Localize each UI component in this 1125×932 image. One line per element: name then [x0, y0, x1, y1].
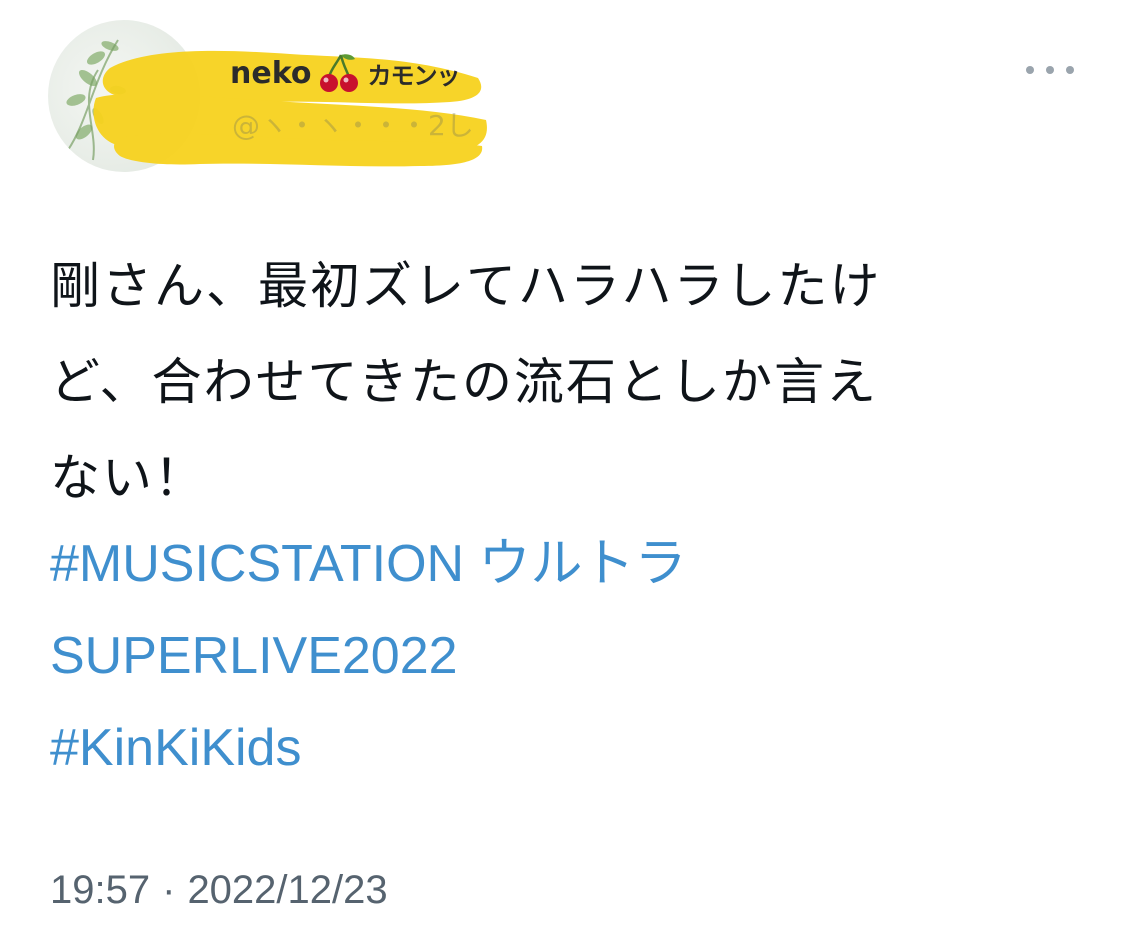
cherry-icon	[317, 51, 361, 95]
user-handle[interactable]: @ヽ・ヽ・・・2し	[232, 104, 474, 144]
tweet-time: 19:57	[50, 868, 151, 912]
tweet-text-line: ない！	[50, 449, 206, 507]
more-dot	[1066, 66, 1074, 74]
tweet-text-line: ど、合わせてきたの流石としか言え	[50, 353, 878, 411]
tweet-text-line: 剛さん、最初ズレてハラハラしたけ	[50, 257, 882, 315]
tweet-timestamp[interactable]: 19:57 · 2022/12/23	[50, 868, 388, 913]
hashtag-kinkikids-link[interactable]: #KinKiKids	[50, 702, 1050, 794]
tweet-text: 剛さん、最初ズレてハラハラしたけ ど、合わせてきたの流石としか言え ない！	[50, 238, 1050, 526]
display-name-text: neko	[230, 55, 312, 91]
timestamp-separator: ·	[162, 868, 176, 912]
hashtag-musicstation-link-cont[interactable]: SUPERLIVE2022	[50, 610, 1050, 702]
hashtags: #MUSICSTATION ウルトラ SUPERLIVE2022 #KinKiK…	[50, 518, 1050, 794]
tweet-date: 2022/12/23	[187, 868, 388, 912]
tweet-card: neko カモンッ @ヽ・ヽ・・・2し 剛さん、最初ズレてハラハラしたけ ど、合…	[0, 0, 1125, 932]
more-dot	[1026, 66, 1034, 74]
display-name[interactable]: neko カモンッ	[230, 48, 460, 98]
hashtag-musicstation-link[interactable]: #MUSICSTATION ウルトラ	[50, 518, 1050, 610]
display-name-suffix: カモンッ	[367, 61, 460, 90]
more-dots-icon[interactable]	[1026, 58, 1074, 82]
more-dot	[1046, 66, 1054, 74]
